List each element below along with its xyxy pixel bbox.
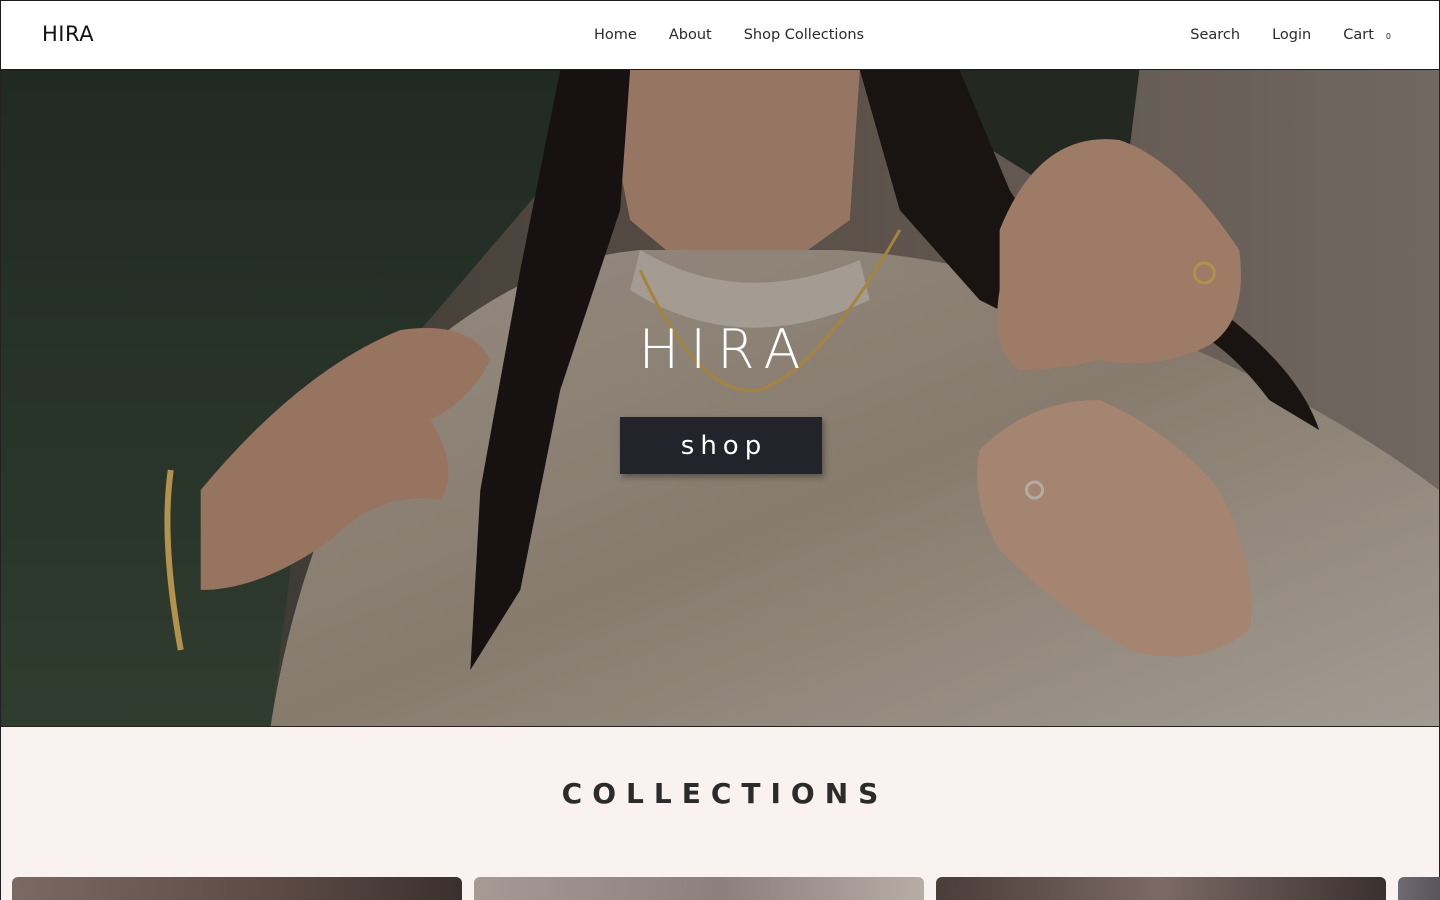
cart-link[interactable]: Cart (1343, 27, 1374, 43)
collection-card[interactable] (936, 877, 1386, 900)
cart-count-badge: 0 (1385, 31, 1391, 41)
nav-home-link[interactable]: Home (594, 27, 637, 43)
hero-title: HIRA (638, 318, 812, 381)
hero-overlay (1, 70, 1439, 726)
nav-about-link[interactable]: About (669, 27, 712, 43)
collections-heading: COLLECTIONS (561, 777, 889, 810)
search-link[interactable]: Search (1190, 27, 1240, 43)
shop-button[interactable]: shop (620, 417, 822, 474)
collections-section: COLLECTIONS (0, 726, 1440, 900)
nav-shop-collections-link[interactable]: Shop Collections (744, 27, 864, 43)
main-nav: Home About Shop Collections (594, 27, 896, 43)
collection-card[interactable] (1398, 877, 1440, 900)
site-header: HIRA Home About Shop Collections Search … (0, 0, 1440, 70)
hero-banner: HIRA shop (0, 70, 1440, 726)
collection-card[interactable] (12, 877, 462, 900)
site-logo[interactable]: HIRA (42, 22, 94, 46)
collection-card[interactable] (474, 877, 924, 900)
utility-nav: Search Login Cart 0 (1158, 27, 1391, 43)
login-link[interactable]: Login (1272, 27, 1311, 43)
